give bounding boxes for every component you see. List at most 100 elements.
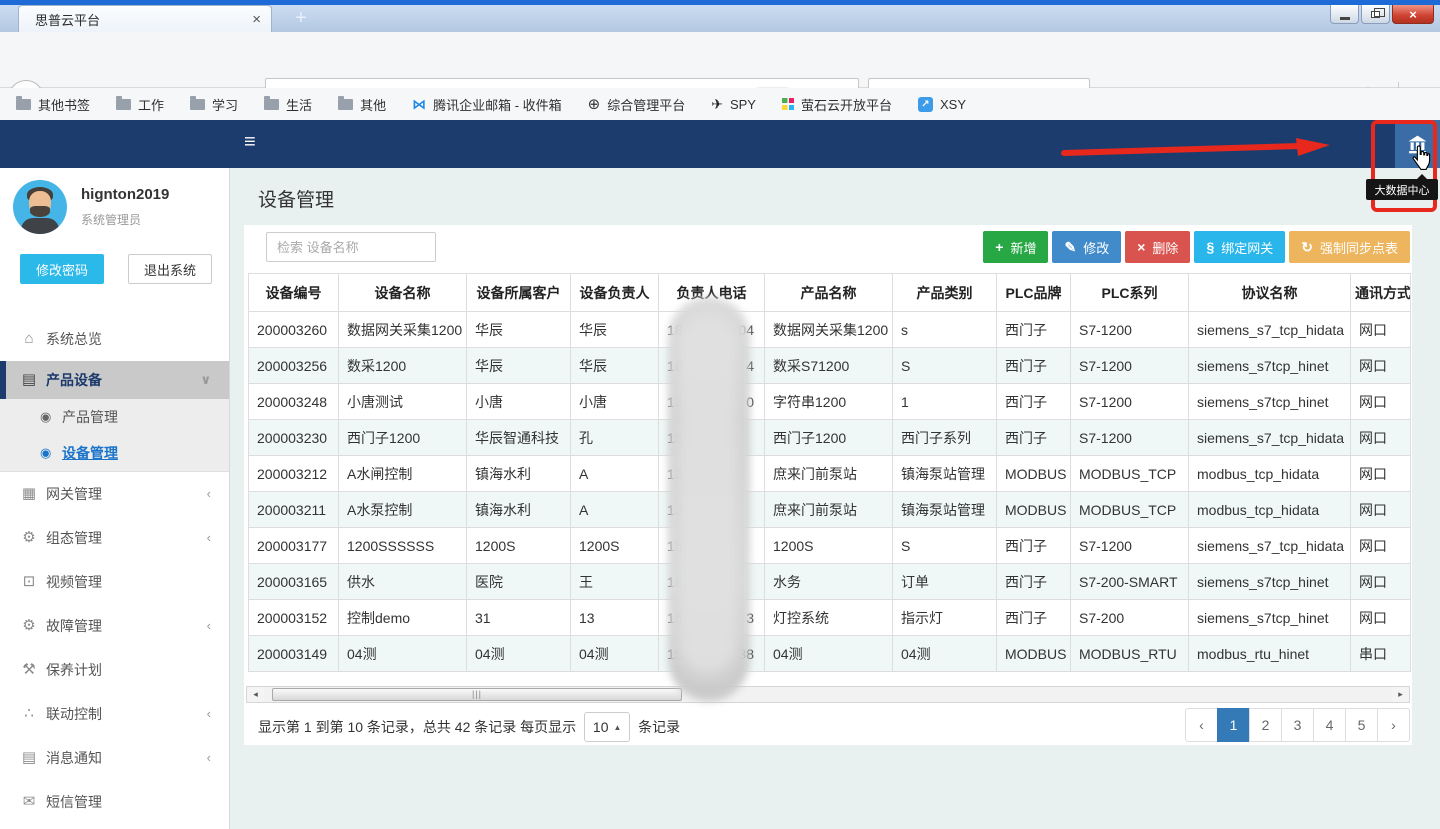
tab-close-icon[interactable]: ×	[252, 11, 261, 28]
bookmark-item[interactable]: 学习	[190, 95, 238, 114]
scroll-left-arrow[interactable]: ◂	[247, 687, 264, 702]
scrollbar-track[interactable]: |||	[264, 687, 1392, 702]
gateway-icon: ▦	[20, 472, 38, 516]
bookmark-item[interactable]: 生活	[264, 95, 312, 114]
table-row[interactable]: 200003165供水医院王18水务订单西门子S7-200-SMARTsieme…	[249, 564, 1411, 600]
logout-button[interactable]: 退出系统	[128, 254, 212, 284]
column-header[interactable]: 产品类别	[893, 274, 997, 312]
cell-comm: 网口	[1351, 384, 1411, 420]
column-header[interactable]: 协议名称	[1189, 274, 1351, 312]
cell-device_name: 控制demo	[339, 600, 467, 636]
minimize-button[interactable]	[1330, 5, 1359, 24]
column-header[interactable]: 设备负责人	[571, 274, 659, 312]
绑定网关-button[interactable]: §绑定网关	[1194, 231, 1285, 263]
cell-customer: 华辰	[467, 348, 571, 384]
column-header[interactable]: PLC系列	[1071, 274, 1189, 312]
chevron-left-icon: ‹	[207, 692, 211, 736]
cell-owner: A	[571, 492, 659, 528]
sidebar-item-产品设备[interactable]: ▤产品设备∨	[0, 361, 229, 399]
bookmark-item[interactable]: 其他	[338, 95, 386, 114]
horizontal-scrollbar[interactable]: ◂ ||| ▸	[246, 686, 1410, 703]
sidebar-item-label: 产品设备	[46, 372, 102, 388]
book-icon: ▤	[20, 736, 38, 780]
device-search-input[interactable]	[266, 232, 436, 262]
restore-button[interactable]	[1361, 5, 1390, 24]
change-password-button[interactable]: 修改密码	[20, 254, 104, 284]
bookmark-item[interactable]: ⋈腾讯企业邮箱 - 收件箱	[412, 95, 562, 114]
user-profile: hignton2019 系统管理员	[0, 168, 229, 234]
close-button[interactable]: ×	[1392, 5, 1434, 24]
column-header[interactable]: 通讯方式	[1351, 274, 1411, 312]
sidebar: hignton2019 系统管理员 修改密码 退出系统 ⌂系统总览▤产品设备∨◉…	[0, 168, 230, 829]
table-row[interactable]: 200003248小唐测试小唐小唐130字符串12001西门子S7-1200si…	[249, 384, 1411, 420]
sidebar-subitem-产品管理[interactable]: ◉产品管理	[0, 399, 229, 435]
table-row[interactable]: 200003230西门子1200华辰智通科技孔15西门子1200西门子系列西门子…	[249, 420, 1411, 456]
cell-plc_brand: MODBUS	[997, 456, 1071, 492]
avatar[interactable]	[13, 180, 67, 234]
cell-comm: 网口	[1351, 348, 1411, 384]
page-prev-button[interactable]: ‹	[1185, 708, 1218, 742]
table-row[interactable]: 200003212A水闸控制镇海水利A13庶来门前泵站镇海泵站管理MODBUSM…	[249, 456, 1411, 492]
browser-tab[interactable]: 思普云平台 ×	[18, 5, 272, 32]
page-size-caret-icon: ▲	[614, 723, 622, 732]
sidebar-item-视频管理[interactable]: ⊡视频管理	[0, 560, 229, 604]
cell-category: 04测	[893, 636, 997, 672]
table-row[interactable]: 200003211A水泵控制镇海水利A13庶来门前泵站镇海泵站管理MODBUSM…	[249, 492, 1411, 528]
column-header[interactable]: 设备名称	[339, 274, 467, 312]
cell-protocol: siemens_s7tcp_hinet	[1189, 384, 1351, 420]
bookmark-item[interactable]: 其他书签	[16, 95, 90, 114]
sidebar-subitem-设备管理[interactable]: ◉设备管理	[0, 435, 229, 471]
table-row[interactable]: 200003152控制demo3113153灯控系统指示灯西门子S7-200si…	[249, 600, 1411, 636]
page-next-button[interactable]: ›	[1377, 708, 1410, 742]
新增-button[interactable]: +新增	[983, 231, 1048, 263]
page-size-select[interactable]: 10 ▲	[584, 712, 630, 742]
bookmark-item[interactable]: ✈SPY	[711, 97, 756, 112]
bookmark-label: SPY	[730, 97, 756, 112]
page-button-5[interactable]: 5	[1345, 708, 1378, 742]
sidebar-collapse-icon[interactable]: ≡	[244, 131, 256, 154]
page-button-4[interactable]: 4	[1313, 708, 1346, 742]
scroll-right-arrow[interactable]: ▸	[1392, 687, 1409, 702]
sidebar-item-网关管理[interactable]: ▦网关管理‹	[0, 472, 229, 516]
强制同步点表-button[interactable]: ↻强制同步点表	[1289, 231, 1410, 263]
column-header[interactable]: 设备编号	[249, 274, 339, 312]
cell-customer: 04测	[467, 636, 571, 672]
bookmark-item[interactable]: 工作	[116, 95, 164, 114]
cell-product: 灯控系统	[765, 600, 893, 636]
column-header[interactable]: PLC品牌	[997, 274, 1071, 312]
sidebar-item-消息通知[interactable]: ▤消息通知‹	[0, 736, 229, 780]
new-tab-button[interactable]: +	[284, 7, 318, 31]
cell-product: 数据网关采集1200	[765, 312, 893, 348]
table-row[interactable]: 2000031771200SSSSSS1200S1200S151200SS西门子…	[249, 528, 1411, 564]
sidebar-item-系统总览[interactable]: ⌂系统总览	[0, 317, 229, 361]
cell-plc_brand: 西门子	[997, 384, 1071, 420]
删除-button[interactable]: ×删除	[1125, 231, 1190, 263]
bookmark-item[interactable]: 萤石云开放平台	[782, 95, 892, 114]
table-row[interactable]: 200003260数据网关采集1200华辰华辰1804数据网关采集1200s西门…	[249, 312, 1411, 348]
cell-plc_series: S7-1200	[1071, 348, 1189, 384]
sidebar-item-短信管理[interactable]: ✉短信管理	[0, 780, 229, 824]
main-content: 设备管理 +新增✎修改×删除§绑定网关↻强制同步点表 设备编号设备名称设备所属客…	[230, 168, 1440, 829]
cell-device_id: 200003177	[249, 528, 339, 564]
table-row[interactable]: 200003256数采1200华辰华辰184数采S71200S西门子S7-120…	[249, 348, 1411, 384]
cell-device_id: 200003230	[249, 420, 339, 456]
plus-icon: +	[995, 239, 1003, 255]
修改-button[interactable]: ✎修改	[1052, 231, 1121, 263]
sidebar-item-联动控制[interactable]: ∴联动控制‹	[0, 692, 229, 736]
scrollbar-thumb[interactable]: |||	[272, 688, 682, 701]
page-button-3[interactable]: 3	[1281, 708, 1314, 742]
sidebar-item-保养计划[interactable]: ⚒保养计划	[0, 648, 229, 692]
bookmark-label: 其他书签	[38, 95, 90, 114]
sidebar-item-组态管理[interactable]: ⚙组态管理‹	[0, 516, 229, 560]
home-icon: ⌂	[20, 317, 38, 361]
cell-category: 镇海泵站管理	[893, 456, 997, 492]
column-header[interactable]: 产品名称	[765, 274, 893, 312]
page-button-1[interactable]: 1	[1217, 708, 1250, 742]
bookmark-item[interactable]: ↗XSY	[918, 97, 966, 112]
restore-icon	[1371, 11, 1380, 18]
bookmark-item[interactable]: ⊕综合管理平台	[588, 95, 686, 114]
page-button-2[interactable]: 2	[1249, 708, 1282, 742]
table-row[interactable]: 20000314904测04测04测153804测04测MODBUSMODBUS…	[249, 636, 1411, 672]
column-header[interactable]: 设备所属客户	[467, 274, 571, 312]
sidebar-item-故障管理[interactable]: ⚙故障管理‹	[0, 604, 229, 648]
